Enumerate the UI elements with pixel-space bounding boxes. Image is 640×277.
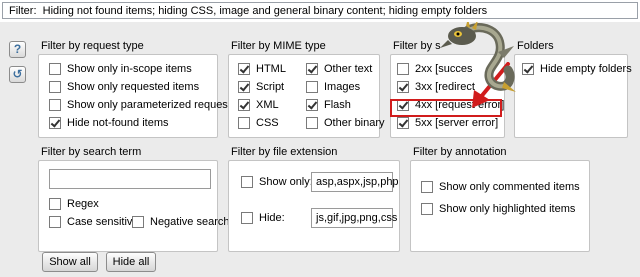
- checkbox-box[interactable]: [397, 117, 409, 129]
- dragon-mascot-icon: [440, 22, 516, 92]
- file-extension-group: Show only: asp,aspx,jsp,php Hide: js,gif…: [228, 160, 400, 252]
- highlighted-items-checkbox[interactable]: Show only highlighted items: [421, 202, 575, 216]
- annotation-title: Filter by annotation: [413, 146, 507, 158]
- hide-extensions-input[interactable]: js,gif,jpg,png,css: [311, 208, 397, 228]
- folders-group: Hide empty folders: [514, 54, 632, 138]
- search-term-title: Filter by search term: [41, 146, 142, 158]
- requested-items-checkbox[interactable]: Show only requested items: [49, 80, 199, 94]
- show-only-extensions-checkbox[interactable]: Show only:: [241, 175, 313, 189]
- restore-defaults-icon[interactable]: ↺: [9, 66, 26, 83]
- show-only-extensions-input[interactable]: asp,aspx,jsp,php: [311, 172, 399, 192]
- checkbox-box[interactable]: [238, 81, 250, 93]
- mime-html-checkbox[interactable]: HTML: [238, 62, 286, 76]
- checkbox-box[interactable]: [238, 117, 250, 129]
- checkbox-box[interactable]: [306, 63, 318, 75]
- commented-items-checkbox[interactable]: Show only commented items: [421, 180, 580, 194]
- mime-xml-checkbox[interactable]: XML: [238, 98, 279, 112]
- parameterized-checkbox[interactable]: Show only parameterized requests: [49, 98, 236, 112]
- checkbox-box[interactable]: [49, 81, 61, 93]
- checkbox-box[interactable]: [132, 216, 144, 228]
- checkbox-box[interactable]: [397, 63, 409, 75]
- checkbox-box[interactable]: [49, 99, 61, 111]
- search-term-group: Regex Case sensitive Negative search: [38, 160, 230, 252]
- checkbox-box[interactable]: [238, 63, 250, 75]
- status-code-title: Filter by s: [393, 40, 441, 52]
- mime-script-checkbox[interactable]: Script: [238, 80, 284, 94]
- filter-summary-text: Hiding not found items; hiding CSS, imag…: [42, 5, 488, 17]
- checkbox-box[interactable]: [49, 216, 61, 228]
- mime-other-binary-checkbox[interactable]: Other binary: [306, 116, 385, 130]
- request-type-group: Show only in-scope items Show only reque…: [38, 54, 236, 138]
- filter-summary-bar[interactable]: Filter: Hiding not found items; hiding C…: [2, 2, 638, 19]
- mime-images-checkbox[interactable]: Images: [306, 80, 360, 94]
- mime-flash-checkbox[interactable]: Flash: [306, 98, 351, 112]
- request-type-title: Filter by request type: [41, 40, 144, 52]
- file-extension-title: Filter by file extension: [231, 146, 338, 158]
- filter-label: Filter:: [9, 5, 37, 17]
- in-scope-checkbox[interactable]: Show only in-scope items: [49, 62, 192, 76]
- mime-other-text-checkbox[interactable]: Other text: [306, 62, 372, 76]
- mime-type-title: Filter by MIME type: [231, 40, 326, 52]
- hide-not-found-checkbox[interactable]: Hide not-found items: [49, 116, 169, 130]
- hide-extensions-checkbox[interactable]: Hide:: [241, 211, 285, 225]
- case-sensitive-checkbox[interactable]: Case sensitive: [49, 215, 139, 229]
- checkbox-box[interactable]: [241, 212, 253, 224]
- folders-title: Folders: [517, 40, 554, 52]
- hide-empty-folders-checkbox[interactable]: Hide empty folders: [522, 62, 632, 76]
- mime-css-checkbox[interactable]: CSS: [238, 116, 279, 130]
- status-5xx-checkbox[interactable]: 5xx [server error]: [397, 116, 498, 130]
- regex-checkbox[interactable]: Regex: [49, 197, 99, 211]
- negative-search-checkbox[interactable]: Negative search: [132, 215, 230, 229]
- checkbox-box[interactable]: [397, 81, 409, 93]
- checkbox-box[interactable]: [306, 99, 318, 111]
- search-term-input[interactable]: [49, 169, 211, 189]
- checkbox-box[interactable]: [49, 117, 61, 129]
- hide-all-button[interactable]: Hide all: [106, 252, 156, 272]
- checkbox-box[interactable]: [306, 117, 318, 129]
- filter-settings-panel: ? ↺ Filter by request type Show only in-…: [0, 22, 640, 277]
- checkbox-box[interactable]: [238, 99, 250, 111]
- mime-type-group: HTML Script XML CSS Other text Images Fl…: [228, 54, 385, 138]
- checkbox-box[interactable]: [49, 198, 61, 210]
- checkbox-box[interactable]: [306, 81, 318, 93]
- checkbox-box[interactable]: [241, 176, 253, 188]
- checkbox-box[interactable]: [421, 203, 433, 215]
- help-icon[interactable]: ?: [9, 41, 26, 58]
- show-all-button[interactable]: Show all: [42, 252, 98, 272]
- checkbox-box[interactable]: [522, 63, 534, 75]
- annotation-group: Show only commented items Show only high…: [410, 160, 590, 252]
- checkbox-box[interactable]: [49, 63, 61, 75]
- checkbox-box[interactable]: [421, 181, 433, 193]
